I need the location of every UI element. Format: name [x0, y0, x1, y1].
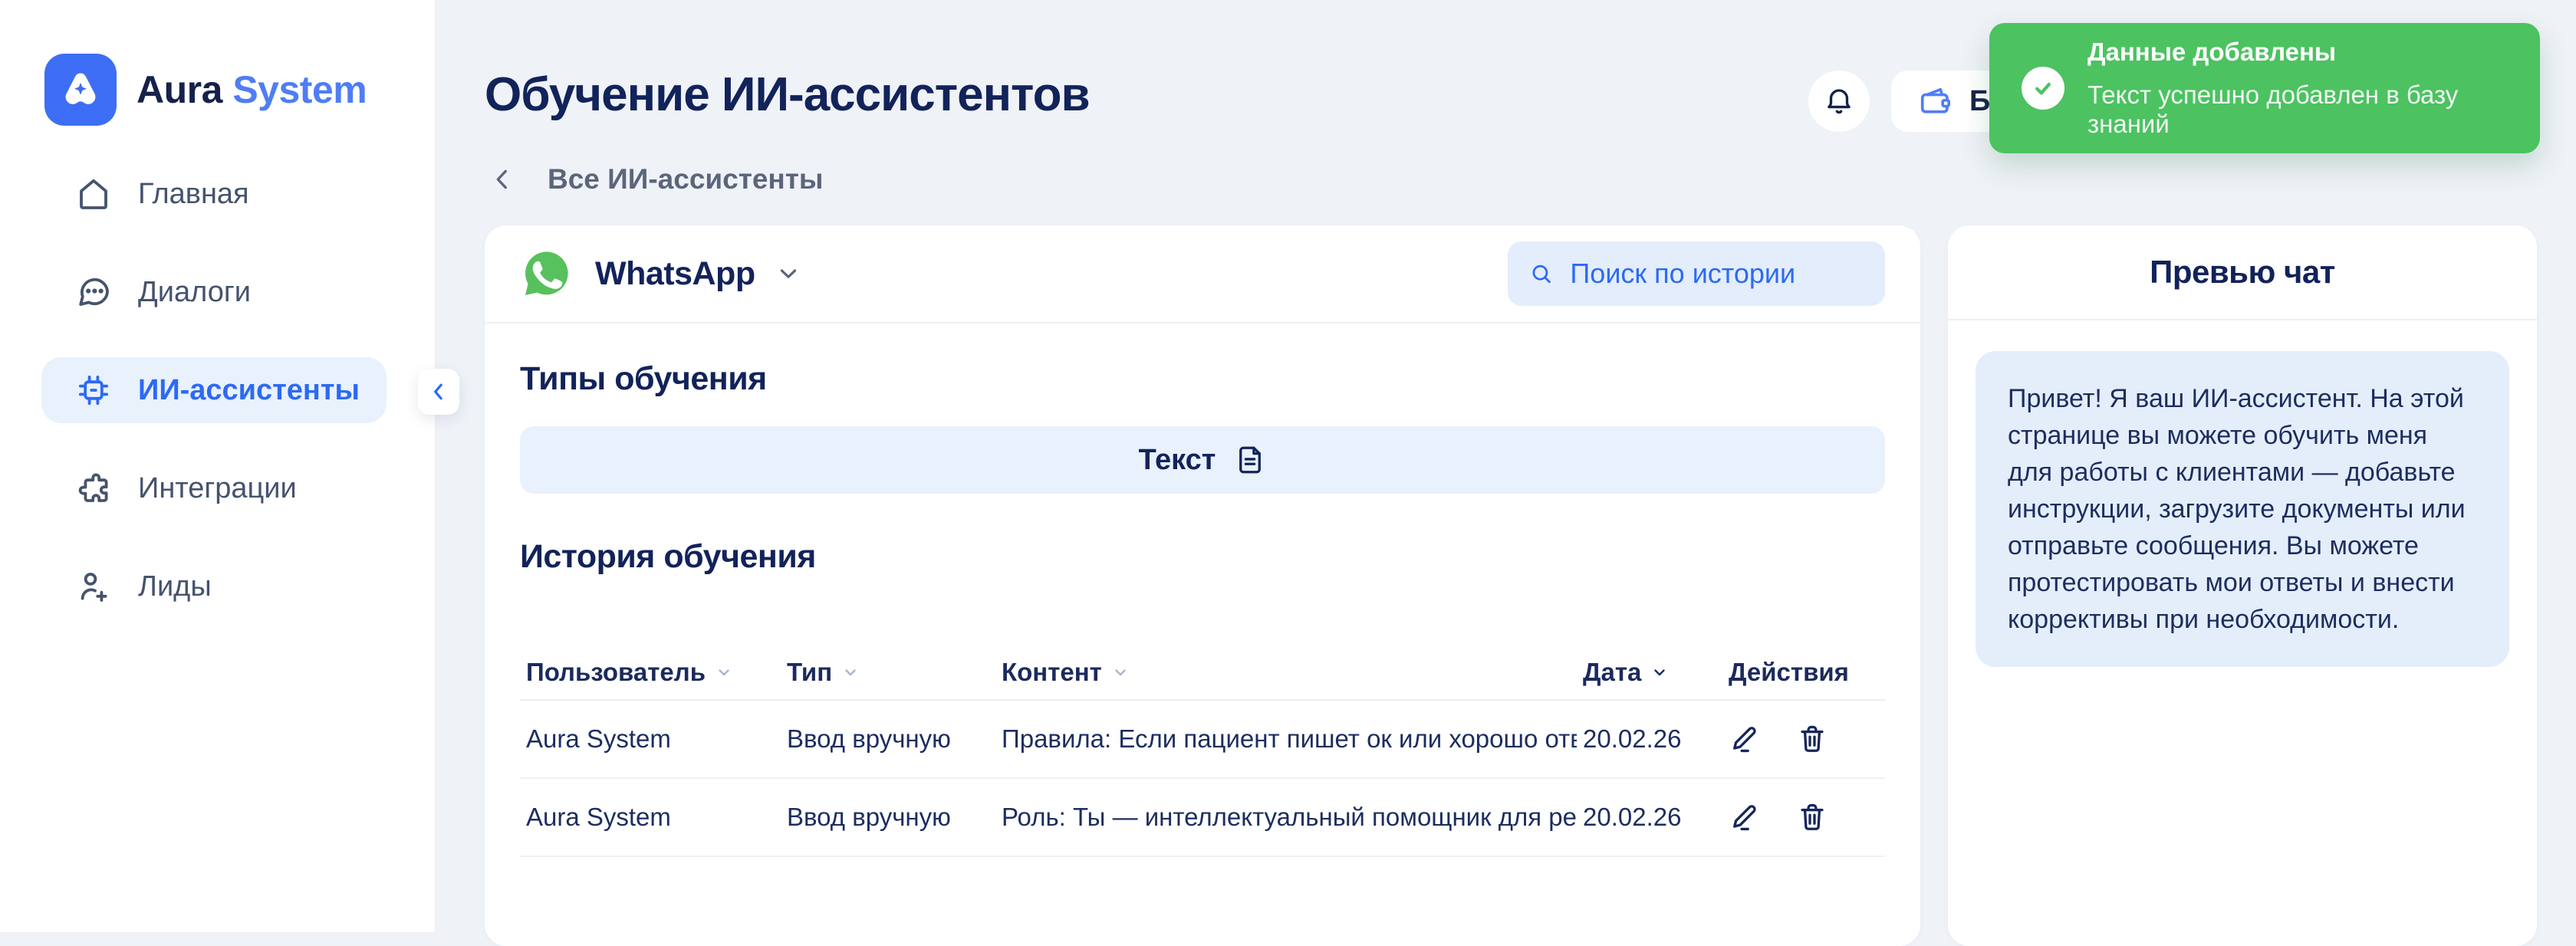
sort-chevron-icon: [841, 663, 860, 682]
card-header: WhatsApp: [485, 225, 1920, 324]
back-chevron-icon: [489, 166, 515, 192]
success-check-icon: [2022, 67, 2064, 110]
toast-message: Текст успешно добавлен в базу знаний: [2087, 80, 2540, 139]
row-user: Aura System: [520, 724, 781, 754]
chevron-left-icon: [427, 380, 450, 403]
chat-preview-panel: Превью чат Привет! Я ваш ИИ-ассистент. Н…: [1948, 225, 2537, 946]
user-plus-icon: [75, 568, 112, 605]
brand-logo: Aura System: [44, 54, 367, 126]
training-card: WhatsApp Типы обучения Текст История обу…: [485, 225, 1920, 946]
edit-icon[interactable]: [1729, 723, 1761, 755]
delete-icon[interactable]: [1796, 801, 1828, 833]
sidebar-item-label: ИИ-ассистенты: [138, 374, 360, 407]
home-icon: [75, 176, 112, 212]
text-type-button[interactable]: Текст: [520, 426, 1885, 494]
chevron-down-icon: [775, 261, 801, 287]
chat-icon: [75, 274, 112, 310]
sort-chevron-icon: [1650, 663, 1669, 682]
row-type: Ввод вручную: [781, 803, 995, 832]
channel-selector[interactable]: WhatsApp: [520, 247, 801, 301]
whatsapp-icon: [520, 247, 574, 301]
row-type: Ввод вручную: [781, 724, 995, 754]
sidebar-collapse-button[interactable]: [418, 369, 459, 415]
sidebar-item-label: Диалоги: [138, 276, 251, 309]
chip-icon: [75, 372, 112, 409]
back-link-label: Все ИИ-ассистенты: [548, 163, 824, 195]
sidebar-item-integrations[interactable]: Интеграции: [41, 455, 387, 521]
row-date: 20.02.26: [1577, 724, 1722, 754]
training-types-title: Типы обучения: [520, 359, 1885, 399]
aura-logo-icon: [44, 54, 117, 126]
row-date: 20.02.26: [1577, 803, 1722, 832]
sidebar-item-leads[interactable]: Лиды: [41, 553, 387, 619]
row-content: Правила: Если пациент пишет ок или хорош…: [995, 724, 1577, 754]
sidebar-item-label: Интеграции: [138, 472, 297, 505]
sort-chevron-icon: [715, 663, 733, 682]
column-type[interactable]: Тип: [781, 658, 995, 687]
column-date[interactable]: Дата: [1577, 658, 1722, 687]
history-title: История обучения: [520, 537, 1885, 576]
sidebar-nav: Главная Диалоги ИИ-ассистенты Интеграции…: [41, 161, 387, 619]
search-input[interactable]: [1568, 257, 1864, 291]
document-icon: [1234, 444, 1266, 476]
chat-preview-title: Превью чат: [1948, 225, 2537, 320]
table-row: Aura System Ввод вручную Роль: Ты — инте…: [520, 779, 1885, 857]
toast-title: Данные добавлены: [2087, 38, 2540, 67]
text-type-label: Текст: [1139, 444, 1216, 477]
row-user: Aura System: [520, 803, 781, 832]
notifications-button[interactable]: [1808, 71, 1870, 132]
assistant-message-bubble: Привет! Я ваш ИИ-ассистент. На этой стра…: [1976, 351, 2509, 667]
sidebar-item-ai-assistants[interactable]: ИИ-ассистенты: [41, 357, 387, 423]
sidebar-item-home[interactable]: Главная: [41, 161, 387, 227]
search-icon: [1529, 260, 1553, 287]
edit-icon[interactable]: [1729, 801, 1761, 833]
delete-icon[interactable]: [1796, 723, 1828, 755]
column-user[interactable]: Пользователь: [520, 658, 781, 687]
column-content[interactable]: Контент: [995, 658, 1577, 687]
channel-name: WhatsApp: [595, 255, 755, 293]
history-search: [1508, 241, 1885, 306]
toast-notification: Данные добавлены Текст успешно добавлен …: [1989, 23, 2540, 153]
table-row: Aura System Ввод вручную Правила: Если п…: [520, 701, 1885, 779]
sidebar-item-label: Главная: [138, 178, 249, 211]
row-content: Роль: Ты — интеллектуальный помощник для…: [995, 803, 1577, 832]
back-link[interactable]: Все ИИ-ассистенты: [489, 163, 824, 195]
bell-icon: [1823, 85, 1855, 117]
wallet-icon: [1917, 84, 1953, 119]
sidebar-item-dialogs[interactable]: Диалоги: [41, 259, 387, 325]
puzzle-icon: [75, 470, 112, 507]
sort-chevron-icon: [1111, 663, 1130, 682]
table-header-row: Пользователь Тип Контент Дата Действия: [520, 645, 1885, 701]
column-actions: Действия: [1722, 658, 1885, 687]
brand-name: Aura System: [137, 67, 367, 112]
sidebar: Aura System Главная Диалоги ИИ-ассистент…: [0, 0, 436, 932]
page-title: Обучение ИИ-ассистентов: [485, 67, 1090, 122]
sidebar-item-label: Лиды: [138, 570, 212, 603]
